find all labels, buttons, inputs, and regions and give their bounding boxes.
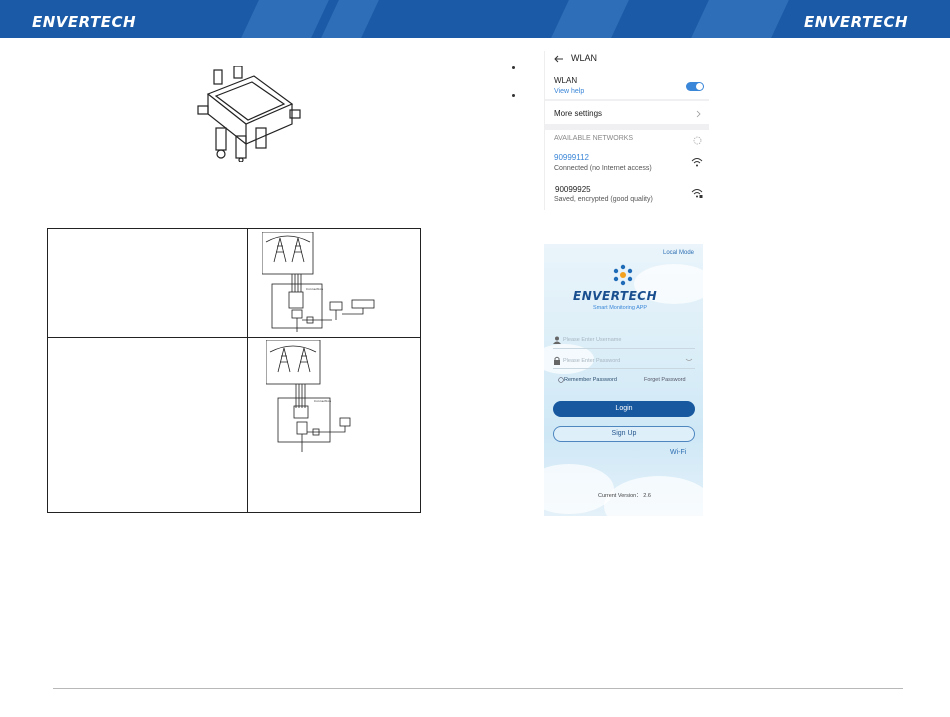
table-divider: [48, 337, 420, 338]
forget-password-link[interactable]: Forget Password: [644, 377, 686, 383]
wifi-signal-icon: [691, 158, 703, 167]
network-status: Connected (no Internet access): [554, 165, 652, 172]
device-illustration: [197, 66, 301, 162]
svg-text:Connection: Connection: [306, 287, 323, 291]
back-arrow-icon[interactable]: [554, 55, 564, 63]
bullet-point: [512, 66, 515, 69]
footer-divider: [53, 688, 903, 689]
login-button[interactable]: Login: [553, 401, 695, 417]
user-icon: [553, 336, 561, 344]
lock-icon: [554, 356, 560, 365]
network-ssid[interactable]: 90999112: [554, 153, 589, 162]
header-stripe: [321, 0, 379, 38]
envertech-logo-icon: [613, 264, 633, 286]
wlan-title: WLAN: [571, 53, 598, 63]
available-networks-heading: AVAILABLE NETWORKS: [554, 135, 634, 142]
chevron-right-icon: [696, 110, 701, 118]
logo-right: ENVERTECH: [804, 13, 909, 31]
svg-text:Connection: Connection: [314, 399, 331, 403]
password-input[interactable]: Please Enter Password: [563, 358, 620, 364]
header-stripe: [241, 0, 329, 38]
table-divider: [247, 229, 248, 512]
header-stripe: [691, 0, 789, 38]
divider: [545, 99, 709, 101]
network-status: Saved, encrypted (good quality): [554, 196, 653, 203]
username-underline: [553, 348, 695, 349]
password-underline: [553, 368, 695, 369]
wifi-link[interactable]: Wi-Fi: [670, 449, 686, 456]
wlan-label: WLAN: [554, 76, 578, 85]
header-stripe: [551, 0, 629, 38]
wlan-screenshot: WLAN WLAN View help More settings AVAILA…: [544, 51, 709, 210]
local-mode-link[interactable]: Local Mode: [663, 250, 694, 256]
more-settings-item[interactable]: More settings: [554, 109, 602, 118]
view-help-link[interactable]: View help: [554, 88, 584, 95]
logo-left: ENVERTECH: [32, 13, 137, 31]
wiring-diagram-2: Connection: [266, 340, 351, 452]
version-label: Current Version： 2.6: [598, 493, 651, 499]
scanning-spinner-icon: [693, 136, 702, 145]
divider: [545, 124, 709, 130]
username-input[interactable]: Please Enter Username: [563, 337, 621, 343]
login-subtitle: Smart Monitoring APP: [593, 305, 648, 311]
wifi-locked-icon: [691, 189, 703, 198]
header-bar: ENVERTECH ENVERTECH: [0, 0, 950, 38]
wiring-diagram-1: Connection: [262, 232, 375, 332]
remember-password-label[interactable]: Remember Password: [564, 377, 617, 383]
eye-hidden-icon[interactable]: [685, 358, 693, 363]
bullet-point: [512, 94, 515, 97]
wlan-toggle[interactable]: [686, 82, 704, 91]
network-ssid[interactable]: 90099925: [555, 185, 591, 194]
login-screenshot: Local Mode ENVERTECH Smart Monitoring AP…: [544, 244, 703, 516]
signup-button[interactable]: Sign Up: [553, 426, 695, 442]
login-brand: ENVERTECH: [573, 289, 658, 303]
